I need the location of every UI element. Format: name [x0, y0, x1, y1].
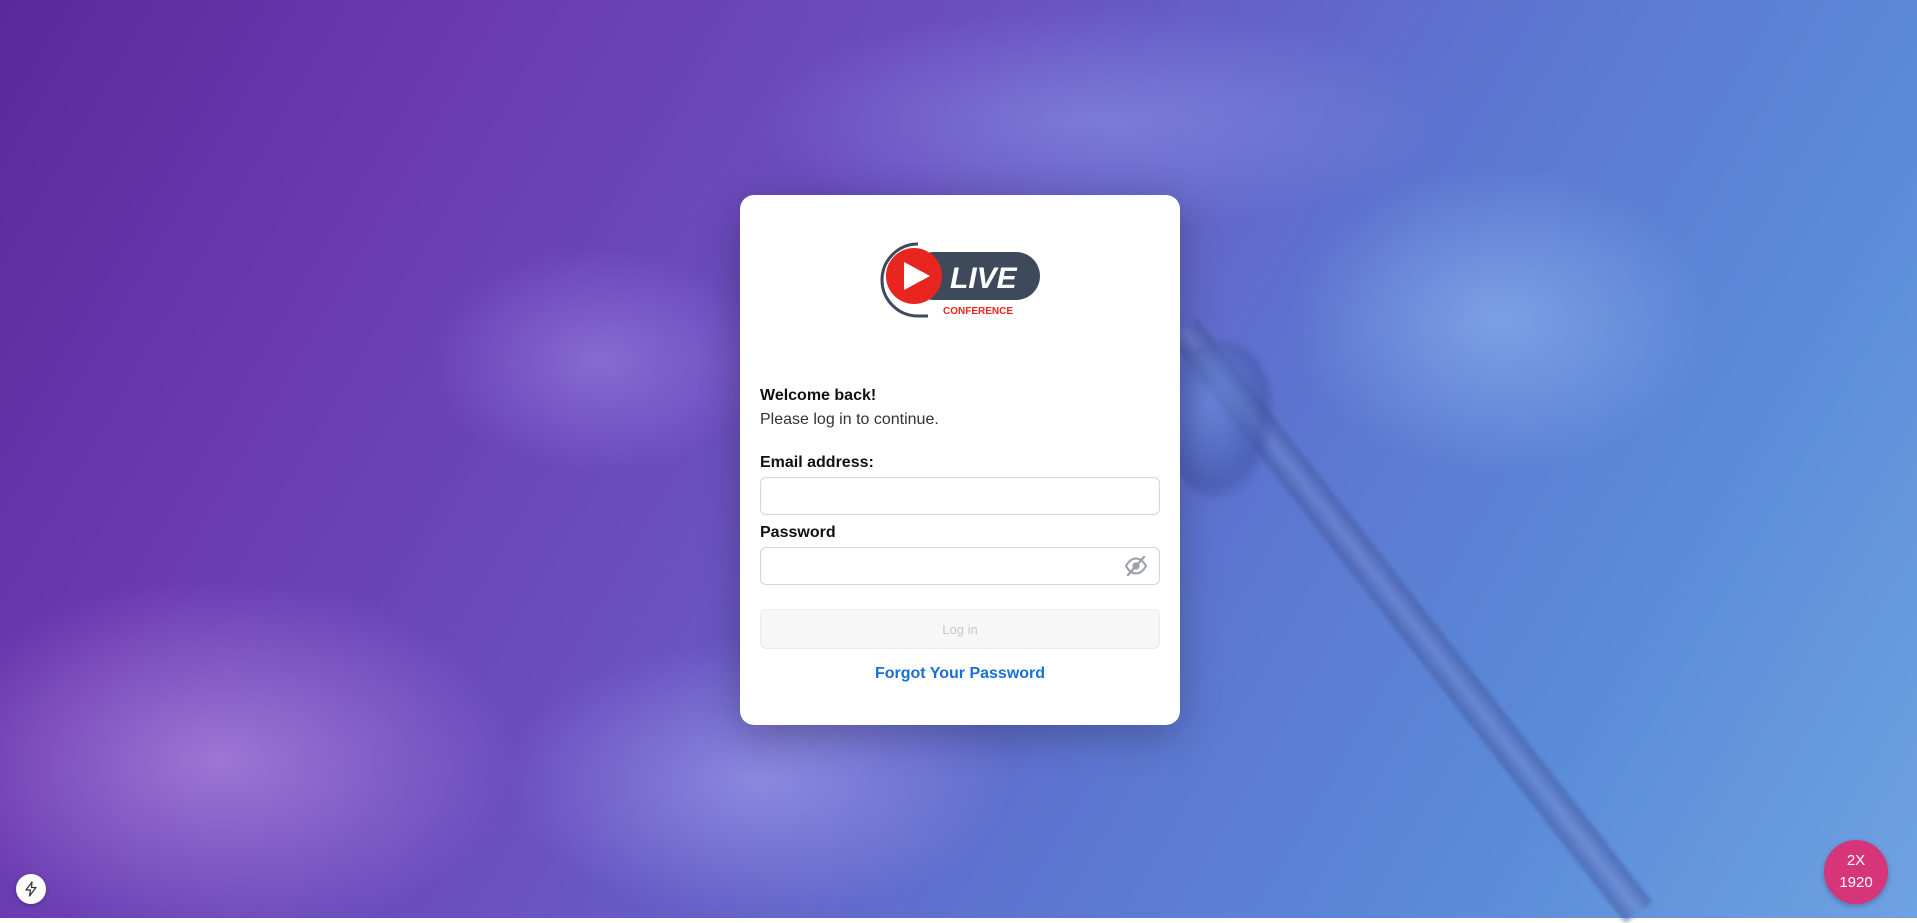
- live-conference-logo: LIVE CONFERENCE: [880, 242, 1040, 318]
- password-field[interactable]: [760, 547, 1160, 585]
- logo-subtext: CONFERENCE: [943, 306, 1013, 317]
- resolution-scale: 2X: [1846, 852, 1866, 869]
- lightning-icon: [25, 881, 37, 897]
- email-field[interactable]: [760, 477, 1160, 515]
- logo-text: LIVE: [950, 262, 1018, 295]
- forgot-password-link[interactable]: Forgot Your Password: [760, 665, 1160, 683]
- welcome-title: Welcome back!: [760, 387, 877, 404]
- login-card: LIVE CONFERENCE Welcome back! Please log…: [740, 195, 1180, 725]
- resolution-badge: 2X 1920: [1824, 840, 1888, 904]
- password-label: Password: [760, 524, 836, 541]
- email-label: Email address:: [760, 454, 874, 471]
- lightning-button[interactable]: [16, 874, 46, 904]
- welcome-subtitle: Please log in to continue.: [760, 411, 939, 428]
- background-microphone-head: [1165, 340, 1275, 500]
- login-button[interactable]: Log in: [760, 609, 1160, 649]
- eye-off-icon[interactable]: [1124, 554, 1148, 578]
- resolution-width: 1920: [1839, 874, 1873, 891]
